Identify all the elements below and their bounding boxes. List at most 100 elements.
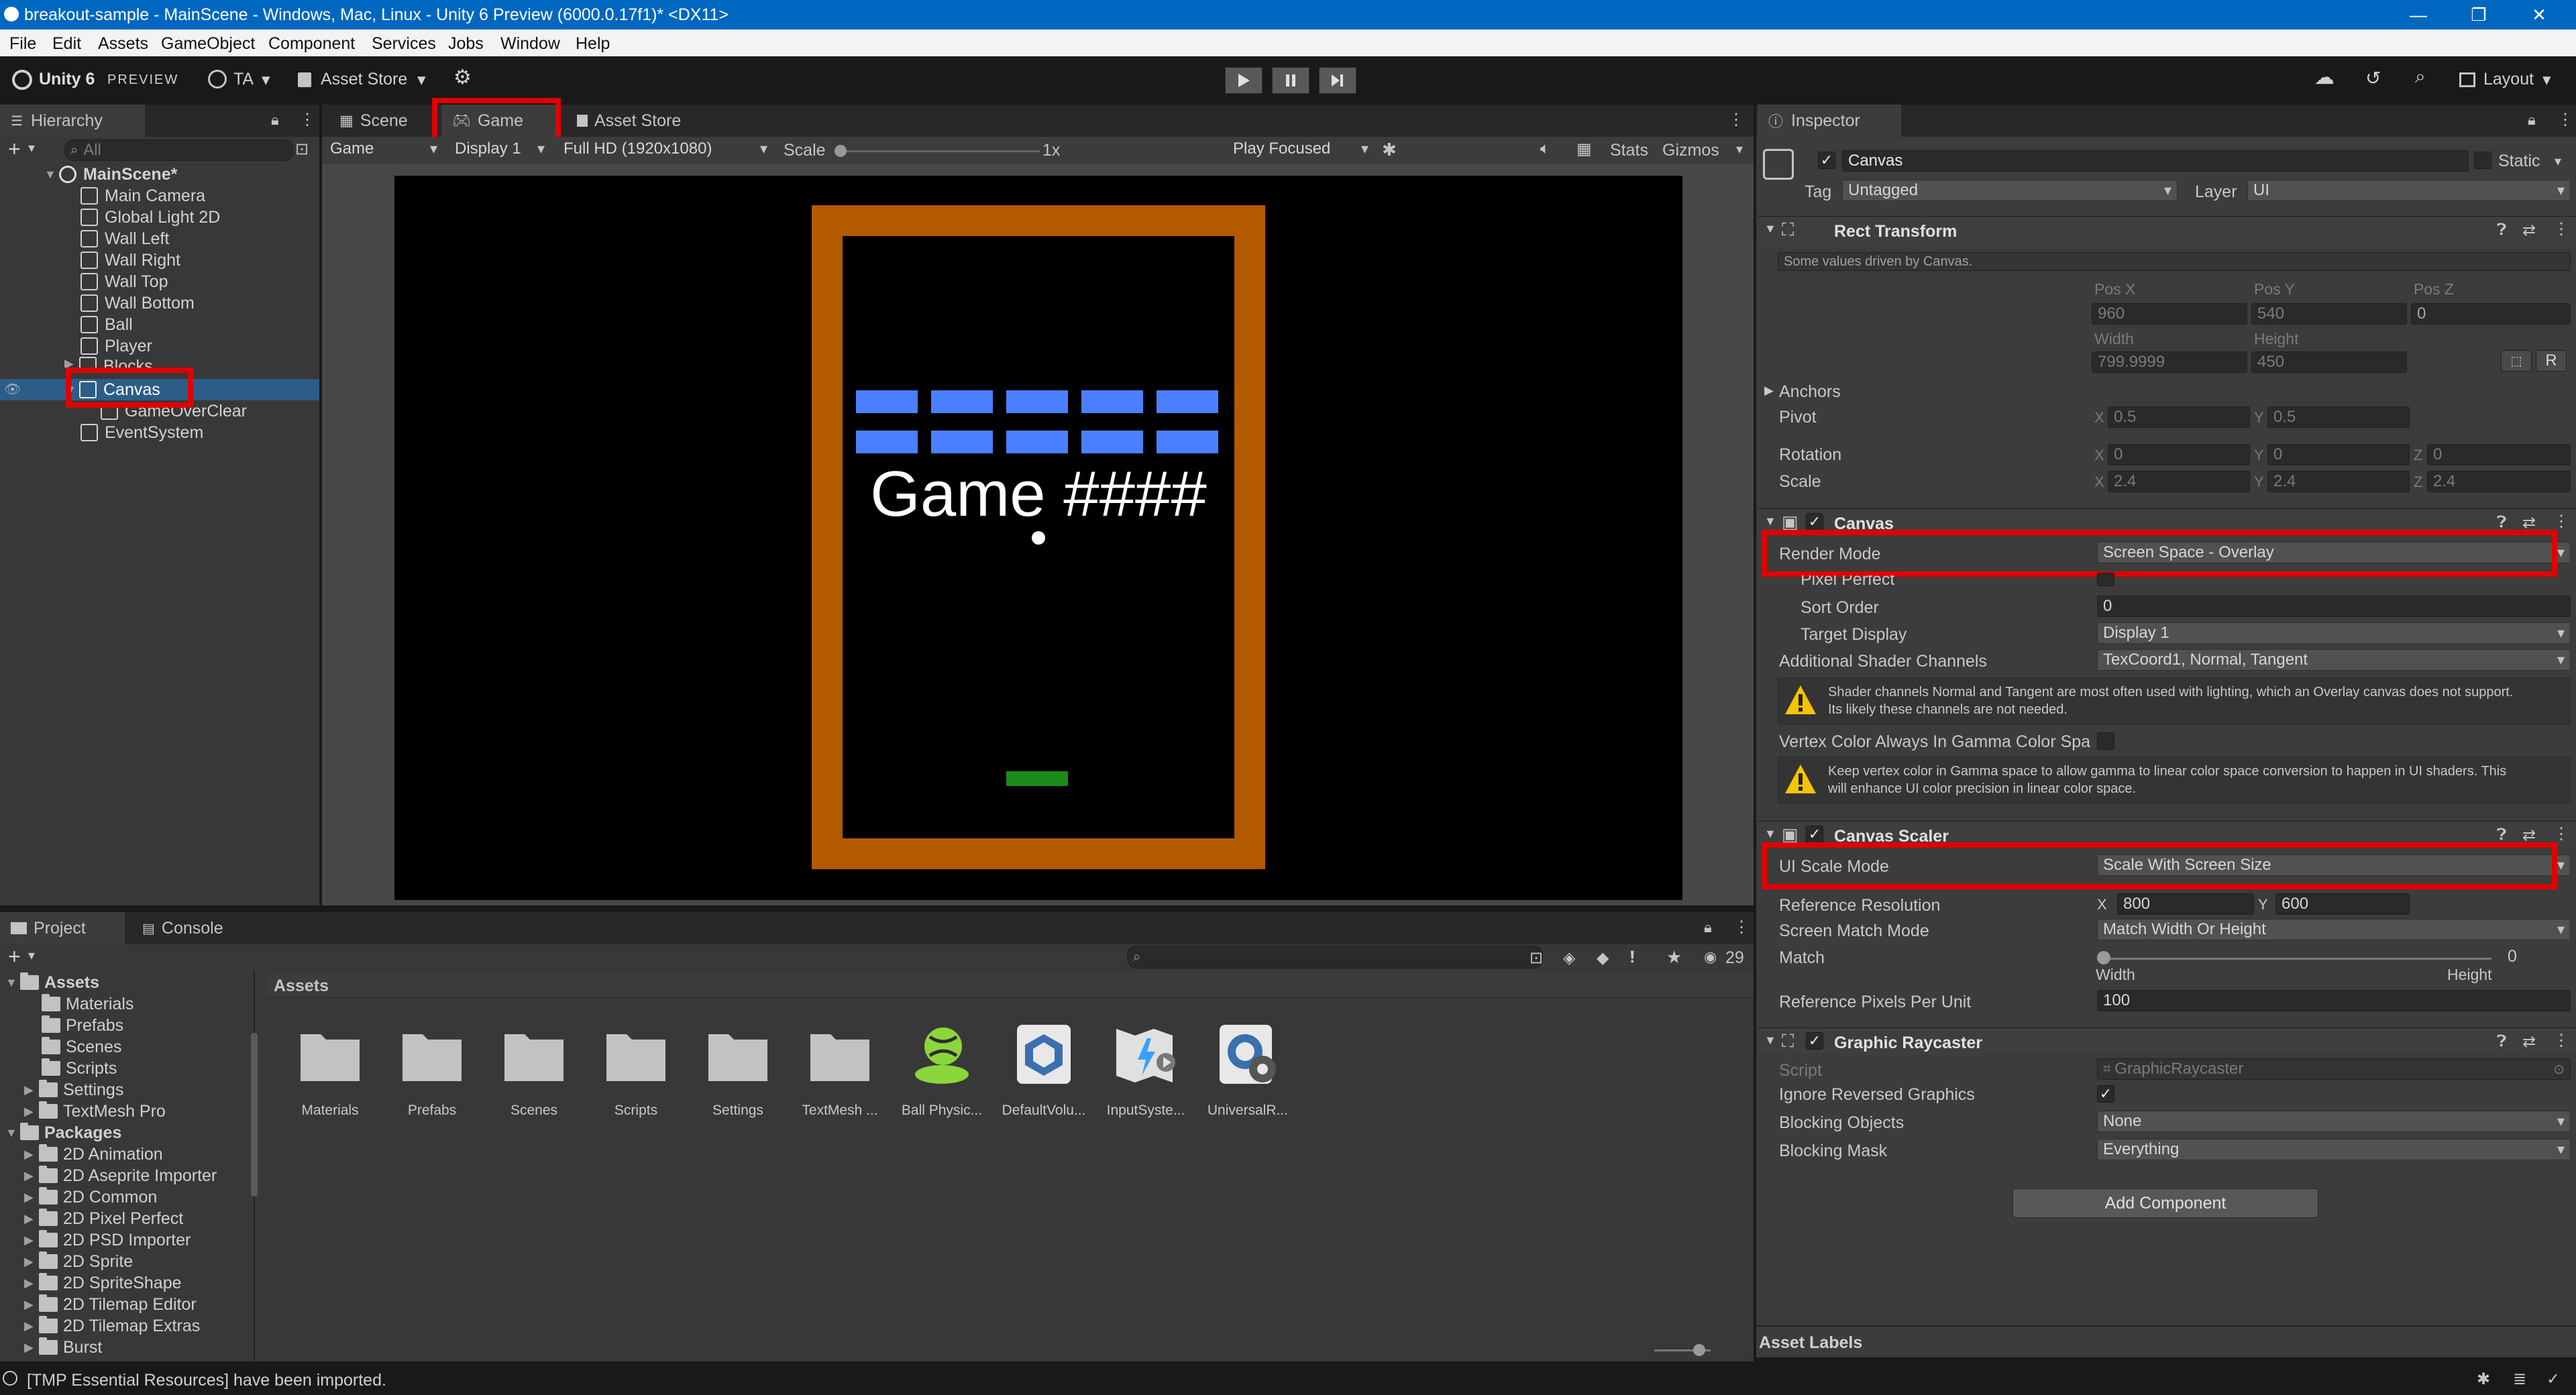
foldout-arrow-icon[interactable]: ▼ — [1764, 827, 1776, 841]
pause-button[interactable] — [1272, 67, 1309, 94]
project-create-dropdown-icon[interactable]: ▾ — [28, 947, 35, 964]
screen-match-mode-dropdown[interactable]: Match Width Or Height — [2097, 919, 2571, 940]
hierarchy-search-input[interactable]: ⌕ All — [64, 140, 294, 161]
grid-icon[interactable]: ▦ — [1576, 140, 1592, 159]
match-value[interactable]: 0 — [2508, 947, 2517, 966]
account-dropdown-icon[interactable]: ▾ — [262, 70, 270, 90]
hierarchy-item-wall-bottom[interactable]: Wall Bottom — [80, 292, 195, 314]
tree-materials[interactable]: Materials — [42, 994, 133, 1014]
tab-console[interactable]: ▤ Console — [131, 912, 252, 944]
tab-asset-store[interactable]: Asset Store — [566, 105, 720, 137]
asset-label[interactable]: DefaultVolu... — [997, 1103, 1091, 1119]
progress-icon[interactable]: ≣ — [2513, 1370, 2526, 1389]
tab-hierarchy[interactable]: ☰ Hierarchy — [0, 105, 145, 137]
help-icon[interactable]: ❓︎ — [2497, 221, 2506, 239]
tree-package-item[interactable]: ▶ 2D Tilemap Editor — [24, 1294, 197, 1315]
menu-file[interactable]: File — [9, 34, 36, 54]
minimize-button[interactable]: — — [2395, 0, 2442, 30]
hierarchy-item-blocks[interactable]: ▶ Blocks — [64, 357, 153, 368]
hierarchy-item-wall-top[interactable]: Wall Top — [80, 271, 168, 292]
step-button[interactable] — [1319, 67, 1356, 94]
search-by-type-icon[interactable]: ⊡ — [1529, 948, 1543, 968]
graphic-raycaster-header[interactable]: ▼ ⛶ ✓ Graphic Raycaster ❓︎ ⇄ ⋮ — [1758, 1027, 2576, 1054]
tree-package-item[interactable]: ▶ Burst — [24, 1337, 102, 1357]
history-icon[interactable]: ↺ — [2365, 67, 2381, 89]
asset-label[interactable]: Scripts — [589, 1103, 683, 1119]
tree-prefabs[interactable]: Prefabs — [42, 1015, 123, 1036]
play-focused-dropdown[interactable]: Play Focused — [1228, 138, 1374, 160]
ref-x-field[interactable]: 800 — [2117, 893, 2254, 915]
display-dropdown[interactable]: Display 1 — [449, 138, 550, 160]
folder-icon[interactable] — [502, 1022, 566, 1086]
expand-arrow-icon[interactable]: ▶ — [24, 1276, 39, 1290]
tab-project[interactable]: Project — [0, 912, 125, 944]
expand-arrow-icon[interactable]: ▼ — [5, 976, 20, 990]
folder-icon[interactable] — [298, 1022, 362, 1086]
help-icon[interactable]: ❓︎ — [2497, 826, 2506, 844]
component-menu-icon[interactable]: ⋮ — [2553, 512, 2569, 531]
hierarchy-item-global-light[interactable]: Global Light 2D — [80, 207, 220, 228]
expand-arrow-icon[interactable]: ▶ — [24, 1319, 39, 1333]
layout-dropdown-arrow-icon[interactable]: ▾ — [2542, 70, 2551, 90]
component-menu-icon[interactable]: ⋮ — [2553, 1031, 2569, 1050]
menu-edit[interactable]: Edit — [52, 34, 81, 54]
tree-package-item[interactable]: ▶ 2D Animation — [24, 1144, 163, 1164]
layout-dropdown[interactable]: Layout — [2483, 70, 2534, 89]
asset-label[interactable]: UniversalR... — [1201, 1103, 1295, 1119]
tab-scene[interactable]: ▦ Scene — [329, 105, 443, 137]
expand-arrow-icon[interactable]: ▶ — [24, 1148, 39, 1162]
hidden-packages-icon[interactable]: ◉ — [1704, 948, 1717, 966]
object-picker-icon[interactable]: ⊙ — [2553, 1061, 2565, 1078]
add-component-button[interactable]: Add Component — [2012, 1188, 2318, 1218]
stats-button[interactable]: Stats — [1610, 141, 1648, 160]
vertex-color-checkbox[interactable] — [2097, 732, 2114, 750]
asset-label[interactable]: Prefabs — [385, 1103, 479, 1119]
lock-icon[interactable]: 🔒︎ — [271, 111, 279, 129]
tree-package-item[interactable]: ▶ 2D Pixel Perfect — [24, 1209, 183, 1229]
expand-arrow-icon[interactable]: ▶ — [24, 1212, 39, 1226]
foldout-arrow-icon[interactable]: ▼ — [1764, 1034, 1776, 1048]
hierarchy-filter-icon[interactable]: ⊡ — [295, 140, 309, 159]
tag-dropdown[interactable]: Untagged — [1842, 180, 2178, 201]
tag-filter-icon[interactable]: ◆ — [1597, 948, 1609, 968]
project-search-input[interactable]: ⌕ — [1127, 946, 1543, 968]
ignore-reversed-checkbox[interactable]: ✓ — [2097, 1085, 2114, 1103]
folder-icon[interactable] — [400, 1022, 464, 1086]
scale-slider-handle[interactable] — [835, 145, 847, 157]
project-tree-scrollbar[interactable] — [251, 1033, 258, 1196]
hierarchy-item-player[interactable]: Player — [80, 335, 152, 357]
blocking-mask-dropdown[interactable]: Everything — [2097, 1139, 2571, 1160]
project-lock-icon[interactable]: 🔒︎ — [1704, 919, 1712, 936]
scene-root[interactable]: ▼ MainScene* — [44, 164, 177, 185]
match-slider-handle[interactable] — [2097, 951, 2110, 964]
component-menu-icon[interactable]: ⋮ — [2553, 219, 2569, 239]
volume-profile-icon[interactable] — [1012, 1022, 1076, 1086]
menu-jobs[interactable]: Jobs — [448, 34, 484, 54]
inspector-lock-icon[interactable]: 🔒︎ — [2528, 111, 2536, 129]
asset-label[interactable]: TextMesh ... — [793, 1103, 887, 1119]
menu-services[interactable]: Services — [372, 34, 436, 54]
layer-dropdown[interactable]: UI — [2247, 180, 2571, 201]
asset-label[interactable]: InputSyste... — [1099, 1103, 1193, 1119]
mute-audio-icon[interactable]: 🔈︎ — [1540, 140, 1550, 158]
tree-package-item[interactable]: ▶ 2D Aseprite Importer — [24, 1166, 217, 1186]
bug-icon[interactable]: ✱ — [1382, 140, 1397, 160]
pos-z-field[interactable]: 0 — [2411, 303, 2571, 325]
log-filter-icon[interactable]: ❗︎ — [1630, 948, 1635, 967]
tree-package-item[interactable]: ▶ 2D Tilemap Extras — [24, 1316, 200, 1336]
tree-package-item[interactable]: ▶ 2D Sprite — [24, 1251, 133, 1272]
create-dropdown-icon[interactable]: ▾ — [28, 140, 35, 156]
asset-label[interactable]: Scenes — [487, 1103, 581, 1119]
project-menu-icon[interactable]: ⋮ — [1733, 917, 1750, 937]
settings-gear-icon[interactable]: ⚙ — [453, 66, 472, 89]
play-button[interactable] — [1225, 67, 1263, 94]
help-icon[interactable]: ❓︎ — [2497, 513, 2506, 532]
folder-icon[interactable] — [808, 1022, 872, 1086]
search-icon[interactable]: ⌕ — [2415, 66, 2426, 88]
asset-label[interactable]: Materials — [283, 1103, 377, 1119]
assets-breadcrumb[interactable]: Assets — [274, 976, 329, 996]
tree-scripts[interactable]: Scripts — [42, 1058, 117, 1078]
input-actions-icon[interactable] — [1114, 1022, 1178, 1086]
game-view-area[interactable]: Game #### — [322, 164, 1754, 905]
menu-window[interactable]: Window — [500, 34, 560, 54]
